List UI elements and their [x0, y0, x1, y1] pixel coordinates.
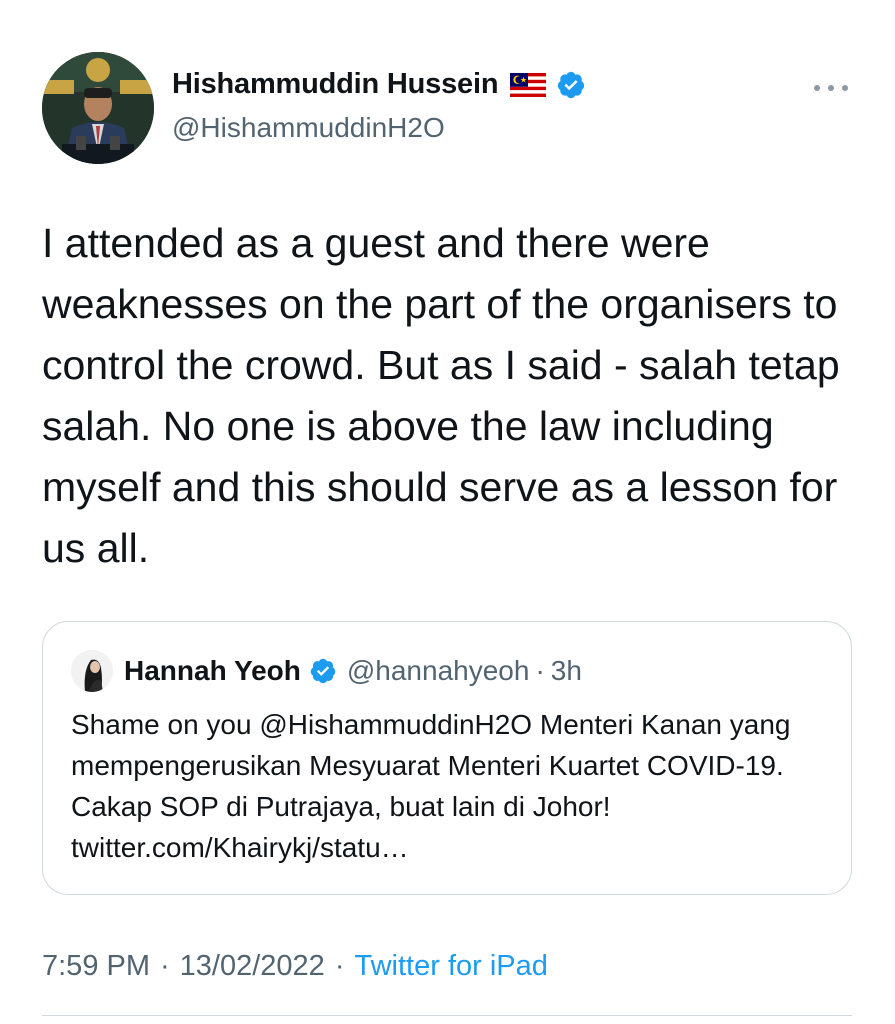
author-avatar-image: [42, 52, 154, 164]
quoted-tweet-text: Shame on you @HishammuddinH2O Menteri Ka…: [71, 709, 791, 863]
quoted-author-avatar[interactable]: [71, 650, 113, 692]
tweet-time[interactable]: 7:59 PM: [42, 950, 150, 983]
author-name-row: Hishammuddin Hussein: [172, 68, 586, 101]
divider: [42, 1015, 852, 1016]
author-avatar[interactable]: [42, 52, 154, 164]
more-options-icon[interactable]: [814, 80, 848, 96]
meta-separator: ·: [160, 950, 170, 982]
tweet-metadata: 7:59 PM · 13/02/2022 · Twitter for iPad: [42, 950, 548, 983]
more-dot: [842, 85, 848, 91]
more-dot: [828, 85, 834, 91]
meta-separator: ·: [334, 950, 345, 982]
tweet-header: Hishammuddin Hussein @HishammuddinH2O: [42, 52, 862, 164]
tweet-text: I attended as a guest and there were wea…: [42, 220, 840, 571]
tweet-date[interactable]: 13/02/2022: [180, 950, 325, 983]
quoted-relative-time[interactable]: 3h: [551, 655, 582, 687]
quoted-author-display-name[interactable]: Hannah Yeoh: [124, 655, 301, 687]
verified-badge-icon: [309, 657, 337, 685]
author-handle[interactable]: @HishammuddinH2O: [172, 112, 445, 144]
tweet-source-link[interactable]: Twitter for iPad: [355, 950, 548, 983]
quoted-tweet-card[interactable]: Hannah Yeoh @hannahyeoh · 3h Shame on yo…: [42, 621, 852, 895]
more-dot: [814, 85, 820, 91]
verified-badge-icon: [556, 70, 586, 100]
malaysia-flag-icon: [510, 72, 547, 97]
quoted-tweet-header: Hannah Yeoh @hannahyeoh · 3h: [71, 650, 582, 692]
quoted-separator: ·: [535, 655, 545, 686]
author-display-name[interactable]: Hishammuddin Hussein: [172, 68, 499, 101]
quoted-author-handle[interactable]: @hannahyeoh: [347, 655, 530, 687]
